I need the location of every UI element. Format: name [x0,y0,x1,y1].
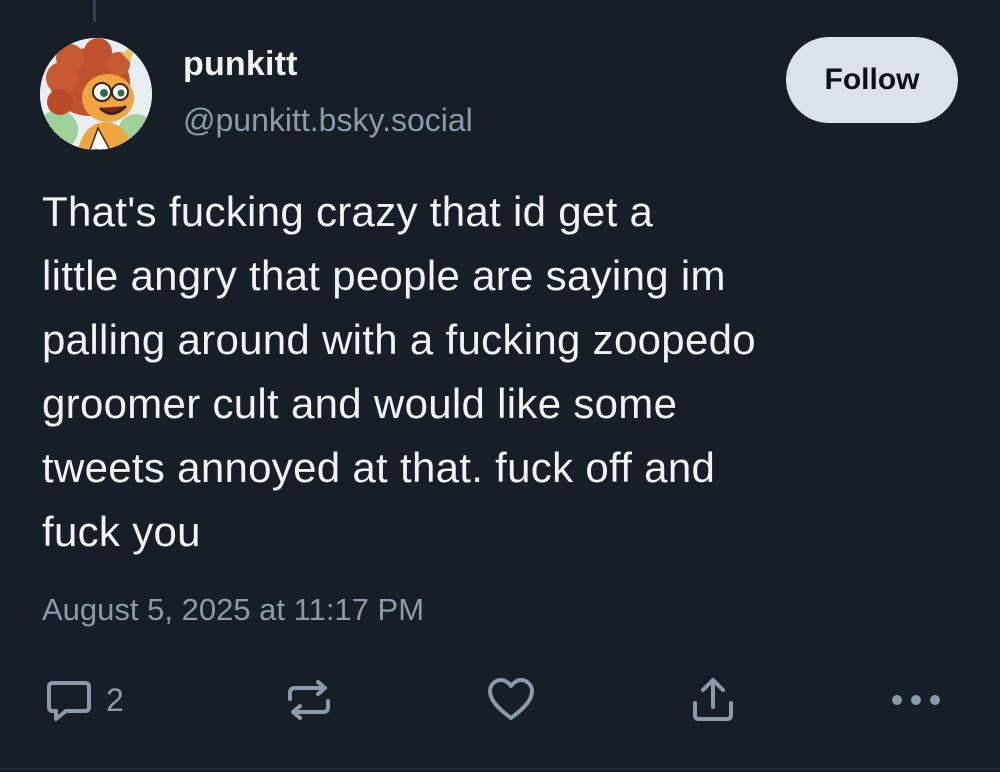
author-handle[interactable]: @punkitt.bsky.social [183,100,473,140]
post-action-bar: 2 [0,672,1000,728]
thread-connector-line [93,0,96,22]
more-dots-icon [892,695,940,705]
reply-count: 2 [106,682,124,718]
reply-button[interactable]: 2 [44,672,124,728]
share-button[interactable] [688,672,738,728]
more-options-button[interactable] [888,672,944,728]
share-upload-icon [693,678,733,721]
repost-button[interactable] [284,672,334,728]
heart-icon [488,678,534,720]
author-display-name[interactable]: punkitt [183,44,298,84]
like-button[interactable] [486,672,536,728]
speech-bubble-icon [47,681,91,721]
post-timestamp: August 5, 2025 at 11:17 PM [42,592,425,627]
post-text: That's fucking crazy that id get a littl… [42,188,756,555]
repost-arrows-icon [288,680,330,720]
author-avatar[interactable] [40,38,152,150]
follow-button[interactable]: Follow [786,37,958,123]
cartoon-character-avatar-icon [40,38,152,150]
post-bottom-divider [0,768,1000,769]
